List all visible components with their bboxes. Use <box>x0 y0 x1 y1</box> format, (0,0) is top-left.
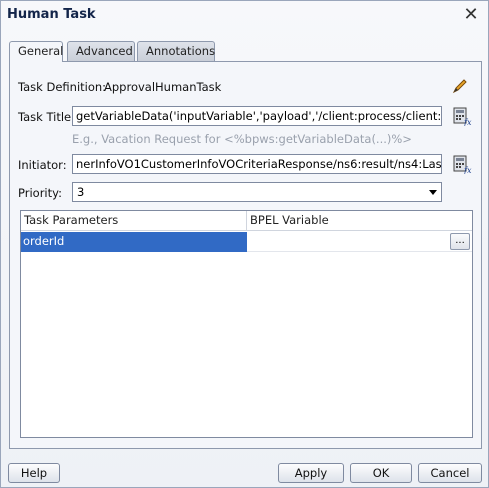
priority-select[interactable]: 3 <box>72 182 442 202</box>
task-definition-value: ApprovalHumanTask <box>104 80 222 94</box>
task-parameters-table: Task Parameters BPEL Variable orderId ..… <box>20 210 473 438</box>
tab-general[interactable]: General <box>9 41 63 62</box>
browse-variable-button[interactable]: ... <box>450 233 470 250</box>
title-bar: Human Task ✕ <box>1 1 488 31</box>
edit-pencil-icon[interactable] <box>450 76 470 96</box>
column-header-bpel-variable[interactable]: BPEL Variable <box>247 211 472 231</box>
table-row[interactable]: orderId ... <box>21 232 472 252</box>
initiator-input[interactable]: nerInfoVO1CustomerInfoVOCriteriaResponse… <box>72 154 442 174</box>
ok-button[interactable]: OK <box>350 463 412 483</box>
expression-builder-icon[interactable]: fx <box>452 106 472 126</box>
task-title-label: Task Title: <box>18 110 75 124</box>
tab-annotations[interactable]: Annotations <box>137 41 215 61</box>
column-header-task-parameters[interactable]: Task Parameters <box>21 211 247 231</box>
human-task-dialog: Human Task ✕ General Advanced Annotation… <box>0 0 489 488</box>
apply-button[interactable]: Apply <box>278 463 344 483</box>
priority-value: 3 <box>77 185 85 199</box>
bpel-variable-cell[interactable]: ... <box>247 232 472 252</box>
dialog-title: Human Task <box>7 7 96 22</box>
priority-label: Priority: <box>18 186 62 200</box>
table-header: Task Parameters BPEL Variable <box>21 211 472 231</box>
close-icon[interactable]: ✕ <box>462 6 480 24</box>
expression-builder-icon[interactable]: fx <box>452 154 472 174</box>
general-panel: Task Definition: ApprovalHumanTask Task … <box>9 61 482 449</box>
chevron-down-icon <box>429 190 437 195</box>
cancel-button[interactable]: Cancel <box>418 463 482 483</box>
svg-text:fx: fx <box>463 166 472 174</box>
tab-advanced[interactable]: Advanced <box>67 41 135 61</box>
svg-text:fx: fx <box>463 118 472 126</box>
task-title-input[interactable]: getVariableData('inputVariable','payload… <box>72 106 442 126</box>
task-parameter-cell[interactable]: orderId <box>21 232 247 252</box>
initiator-label: Initiator: <box>18 158 67 172</box>
task-definition-label: Task Definition: <box>18 80 107 94</box>
task-title-hint: E.g., Vacation Request for <%bpws:getVar… <box>72 132 412 146</box>
help-button[interactable]: Help <box>8 463 60 483</box>
